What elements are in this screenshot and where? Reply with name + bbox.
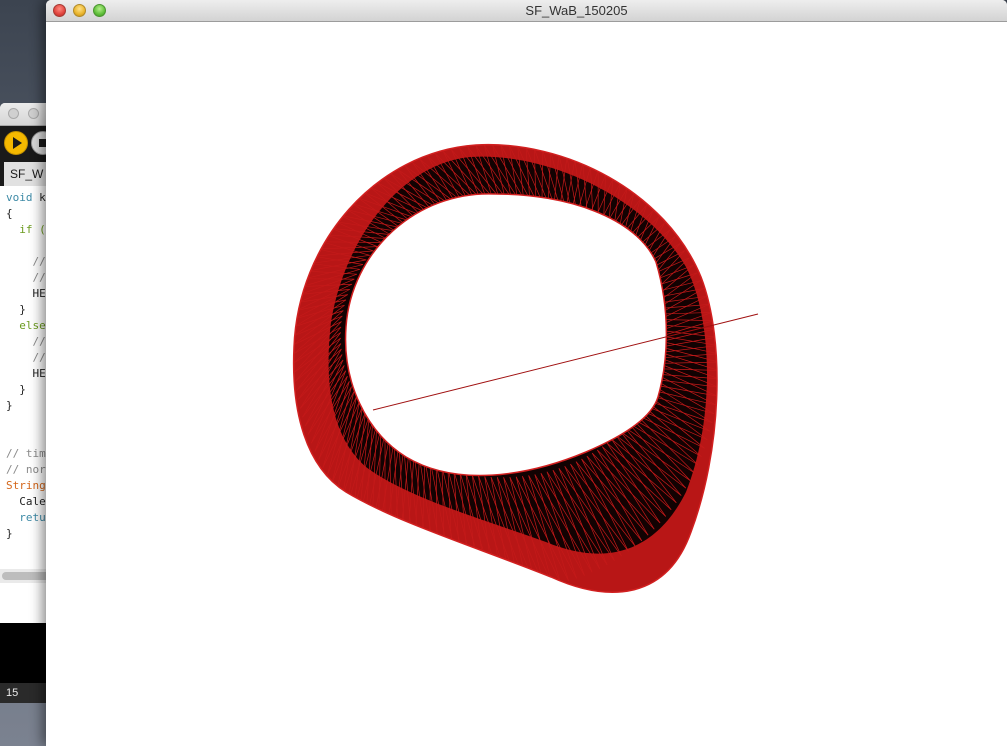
code-token: String	[6, 479, 46, 492]
code-token: HE	[6, 367, 46, 380]
code-token: if (	[6, 223, 46, 236]
code-token: //	[6, 271, 46, 284]
code-token: void	[6, 191, 40, 204]
run-button[interactable]	[4, 131, 28, 155]
code-token: // nor	[6, 463, 46, 476]
code-token: }	[6, 399, 13, 412]
code-token: else	[6, 319, 46, 332]
ide-minimize-button[interactable]	[28, 108, 39, 119]
sketch-canvas[interactable]	[46, 22, 1007, 746]
code-token: Cale	[6, 495, 46, 508]
code-token: //	[6, 255, 46, 268]
ring-inner-edge	[344, 193, 668, 477]
code-token: }	[6, 303, 26, 316]
code-token: }	[6, 383, 26, 396]
window-title: SF_WaB_150205	[525, 3, 628, 18]
ide-sketch-tab[interactable]: SF_W	[4, 162, 50, 186]
code-token: }	[6, 527, 13, 540]
ring-3d-render	[292, 143, 759, 593]
code-token: // tim	[6, 447, 46, 460]
code-token: //	[6, 335, 46, 348]
sketch-window: SF_WaB_150205	[46, 0, 1007, 746]
code-token: k	[39, 191, 46, 204]
window-titlebar[interactable]: SF_WaB_150205	[46, 0, 1007, 22]
code-token: {	[6, 207, 13, 220]
code-token: retu	[6, 511, 46, 524]
ide-close-button[interactable]	[8, 108, 19, 119]
code-token: HE	[6, 287, 46, 300]
code-token: //	[6, 351, 46, 364]
